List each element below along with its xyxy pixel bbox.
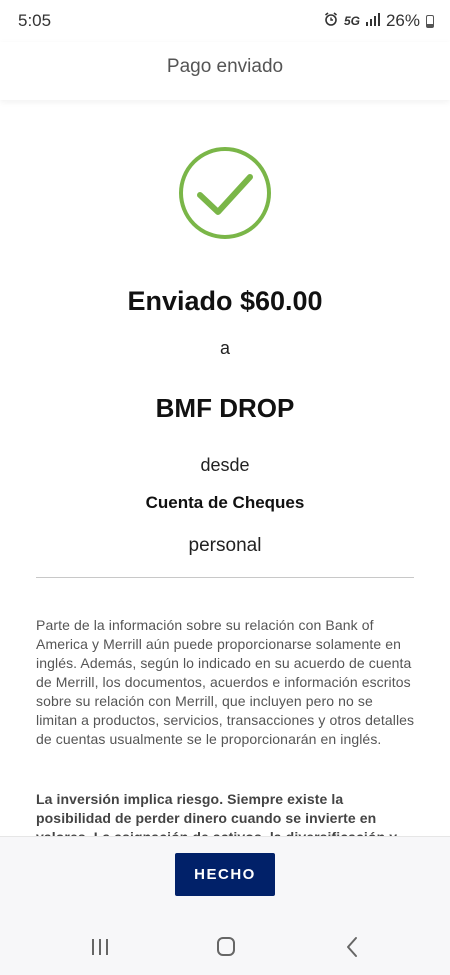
status-time: 5:05 (18, 11, 52, 30)
confirmation-content[interactable]: Enviado $60.00 a BMF DROP desde Cuenta d… (0, 100, 450, 836)
recents-icon[interactable] (80, 934, 120, 960)
investment-risk-disclosure: La inversión implica riesgo. Siempre exi… (36, 791, 397, 836)
battery-icon (426, 14, 434, 28)
status-bar: 5:05 5G 26% (0, 0, 450, 42)
to-label: a (219, 338, 230, 358)
status-icons: 5G 26% (324, 11, 434, 31)
home-icon[interactable] (206, 934, 246, 960)
battery-percent: 26% (385, 11, 420, 30)
network-label: 5G (343, 14, 360, 28)
account-type: personal (188, 535, 262, 556)
done-button[interactable]: HECHO (175, 853, 275, 896)
divider (36, 577, 414, 578)
system-nav-bar (0, 918, 450, 975)
sent-amount: Enviado $60.00 (127, 286, 323, 316)
back-icon[interactable] (333, 934, 373, 960)
alarm-icon (324, 11, 338, 31)
account-name: Cuenta de Cheques (145, 493, 305, 512)
check-circle-icon (179, 147, 271, 239)
language-disclosure: Parte de la información sobre su relació… (36, 617, 415, 747)
action-bar: HECHO (0, 836, 450, 918)
header: Pago enviado (0, 42, 450, 100)
payee-name: BMF DROP (155, 393, 295, 423)
page-title: Pago enviado (166, 56, 284, 77)
signal-icon (365, 11, 380, 31)
from-label: desde (200, 455, 250, 475)
